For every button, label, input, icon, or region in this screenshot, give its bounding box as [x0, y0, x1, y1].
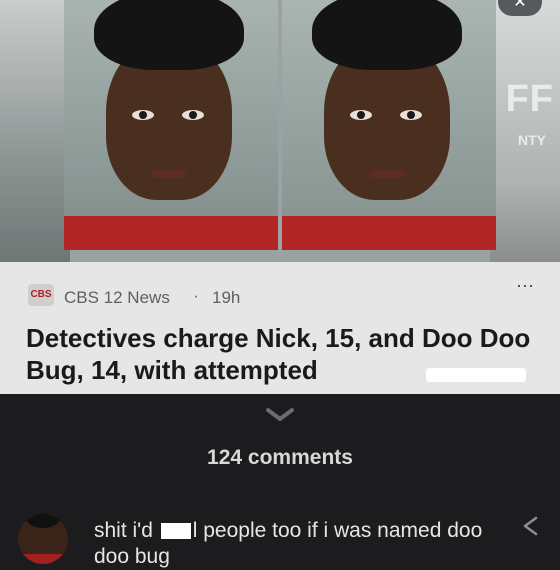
avatar-shirt: [18, 554, 68, 564]
photo-background-right: [490, 0, 560, 262]
comment-text-censored-fragment: l: [192, 519, 198, 542]
mugshot-left: [64, 0, 278, 250]
post-time: 19h: [212, 288, 241, 307]
sheriff-sign-subtext: NTY: [518, 132, 546, 148]
separator-dot: ·: [193, 286, 199, 305]
shirt: [64, 216, 278, 250]
eye: [132, 110, 154, 120]
hair: [312, 0, 462, 70]
source-logo-icon: CBS: [28, 284, 54, 306]
comment-text-before: shit i'd: [94, 519, 153, 542]
comment-text-after: people too if i was named doo doo bug: [94, 519, 483, 568]
article-card[interactable]: CBS CBS 12 News · 19h ⋯ Detectives charg…: [0, 262, 560, 394]
comments-count[interactable]: 124 comments: [0, 446, 560, 470]
sheriff-sign-text: FF: [505, 78, 554, 120]
comment-text: shit i'd l people too if i was named doo…: [94, 518, 494, 570]
reply-arrow-icon[interactable]: [520, 514, 542, 538]
mouth: [151, 170, 187, 178]
avatar[interactable]: [18, 514, 68, 564]
chevron-down-icon[interactable]: [265, 406, 295, 424]
more-options-icon[interactable]: ⋯: [516, 276, 535, 297]
mouth: [369, 170, 405, 178]
shirt: [282, 216, 496, 250]
close-icon[interactable]: ✕: [498, 0, 542, 16]
article-photo[interactable]: FF NTY ✕: [0, 0, 560, 262]
eye: [350, 110, 372, 120]
hair: [94, 0, 244, 70]
photo-background-left: [0, 0, 70, 262]
redaction-bar: [426, 368, 526, 382]
mugshot-right: [282, 0, 496, 250]
eye: [182, 110, 204, 120]
eye: [400, 110, 422, 120]
censor-bar: [160, 523, 191, 539]
source-name[interactable]: CBS 12 News: [64, 288, 170, 308]
